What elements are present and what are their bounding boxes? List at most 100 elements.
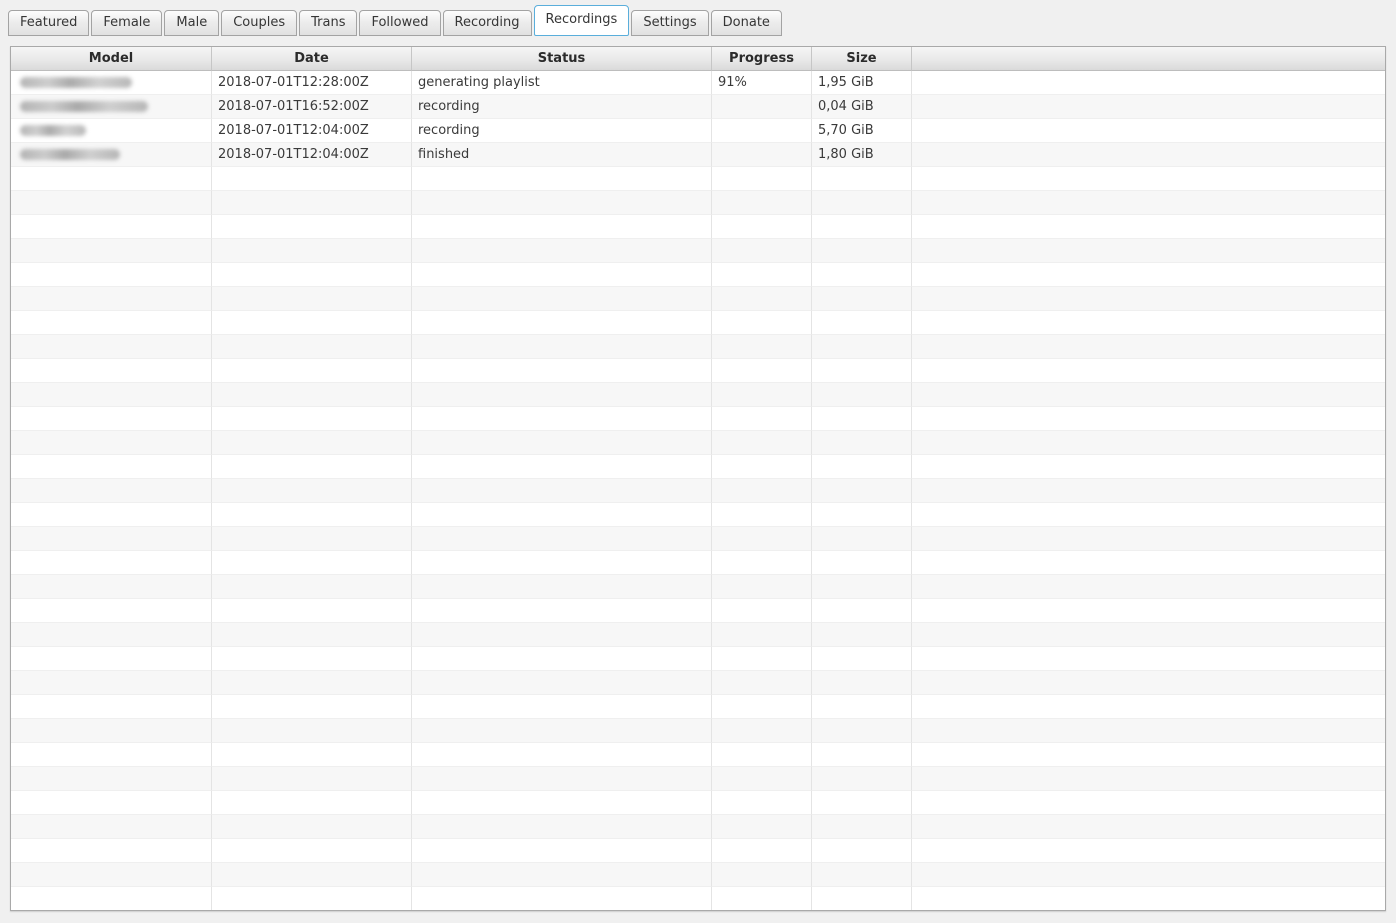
cell-size: [812, 479, 912, 503]
cell-filler: [912, 623, 1385, 647]
cell-date: [212, 455, 412, 479]
table-row[interactable]: 2018-07-01T12:04:00Z finished 1,80 GiB: [11, 143, 1385, 167]
cell-model: [11, 647, 212, 671]
cell-date: [212, 647, 412, 671]
cell-size: [812, 599, 912, 623]
cell-date: [212, 815, 412, 839]
column-header-size[interactable]: Size: [812, 47, 912, 71]
cell-status: [412, 575, 712, 599]
cell-size: 1,95 GiB: [812, 71, 912, 95]
cell-model: [11, 887, 212, 910]
cell-size: [812, 407, 912, 431]
table-header-row: Model Date Status Progress Size: [11, 47, 1385, 71]
cell-filler: [912, 767, 1385, 791]
tab-trans[interactable]: Trans: [299, 10, 358, 36]
cell-progress: [712, 599, 812, 623]
table-row-empty: [11, 887, 1385, 910]
table-row[interactable]: 2018-07-01T12:28:00Z generating playlist 9…: [11, 71, 1385, 95]
tab-donate[interactable]: Donate: [710, 10, 782, 36]
table-row-empty: [11, 503, 1385, 527]
cell-progress: [712, 263, 812, 287]
cell-model: [11, 551, 212, 575]
cell-model: [11, 815, 212, 839]
cell-status: [412, 287, 712, 311]
column-header-date[interactable]: Date: [212, 47, 412, 71]
cell-progress: [712, 287, 812, 311]
cell-status: [412, 479, 712, 503]
cell-model: [11, 527, 212, 551]
cell-date: [212, 239, 412, 263]
cell-progress: [712, 767, 812, 791]
cell-date: [212, 887, 412, 910]
recordings-table: Model Date Status Progress Size 2018-07-01T1…: [10, 46, 1386, 911]
cell-filler: [912, 575, 1385, 599]
table-row-empty: [11, 167, 1385, 191]
cell-date: [212, 863, 412, 887]
tab-featured[interactable]: Featured: [8, 10, 90, 36]
cell-filler: [912, 431, 1385, 455]
cell-filler: [912, 815, 1385, 839]
cell-status: [412, 695, 712, 719]
cell-status: [412, 791, 712, 815]
tab-followed[interactable]: Followed: [359, 10, 441, 36]
cell-filler: [912, 527, 1385, 551]
column-header-progress[interactable]: Progress: [712, 47, 812, 71]
cell-model: [11, 671, 212, 695]
cell-size: [812, 335, 912, 359]
cell-model: [11, 863, 212, 887]
table-row[interactable]: 2018-07-01T12:04:00Z recording 5,70 GiB: [11, 119, 1385, 143]
cell-size: [812, 215, 912, 239]
cell-progress: [712, 575, 812, 599]
table-row-empty: [11, 791, 1385, 815]
tab-bar: Featured Female Male Couples Trans Followed Re…: [8, 5, 784, 36]
cell-status: [412, 767, 712, 791]
tab-couples[interactable]: Couples: [221, 10, 298, 36]
cell-progress: [712, 143, 812, 167]
cell-size: 0,04 GiB: [812, 95, 912, 119]
cell-date: [212, 263, 412, 287]
redacted-model-name: [20, 101, 148, 112]
cell-model: [11, 791, 212, 815]
cell-progress: [712, 239, 812, 263]
cell-size: [812, 815, 912, 839]
cell-status: [412, 383, 712, 407]
cell-progress: [712, 455, 812, 479]
tab-recording[interactable]: Recording: [442, 10, 532, 36]
cell-filler: [912, 647, 1385, 671]
cell-filler: [912, 119, 1385, 143]
cell-status: [412, 671, 712, 695]
cell-status: generating playlist: [412, 71, 712, 95]
column-header-status[interactable]: Status: [412, 47, 712, 71]
cell-size: [812, 575, 912, 599]
cell-filler: [912, 71, 1385, 95]
cell-progress: [712, 839, 812, 863]
cell-model: [11, 455, 212, 479]
cell-model: [11, 335, 212, 359]
cell-model: [11, 623, 212, 647]
cell-size: [812, 767, 912, 791]
table-row-empty: [11, 431, 1385, 455]
cell-progress: [712, 623, 812, 647]
table-row-empty: [11, 815, 1385, 839]
cell-size: [812, 647, 912, 671]
column-header-model[interactable]: Model: [11, 47, 212, 71]
cell-size: [812, 551, 912, 575]
table-row-empty: [11, 407, 1385, 431]
tab-settings[interactable]: Settings: [631, 10, 709, 36]
cell-model: [11, 383, 212, 407]
cell-model: [11, 239, 212, 263]
tab-male[interactable]: Male: [164, 10, 220, 36]
cell-status: [412, 719, 712, 743]
cell-model: [11, 407, 212, 431]
cell-progress: [712, 719, 812, 743]
table-row-empty: [11, 263, 1385, 287]
cell-filler: [912, 311, 1385, 335]
tab-female[interactable]: Female: [91, 10, 163, 36]
cell-date: [212, 695, 412, 719]
cell-size: [812, 791, 912, 815]
tab-recordings[interactable]: Recordings: [533, 5, 630, 36]
table-row-empty: [11, 311, 1385, 335]
table-row[interactable]: 2018-07-01T16:52:00Z recording 0,04 GiB: [11, 95, 1385, 119]
cell-date: [212, 287, 412, 311]
cell-size: [812, 719, 912, 743]
